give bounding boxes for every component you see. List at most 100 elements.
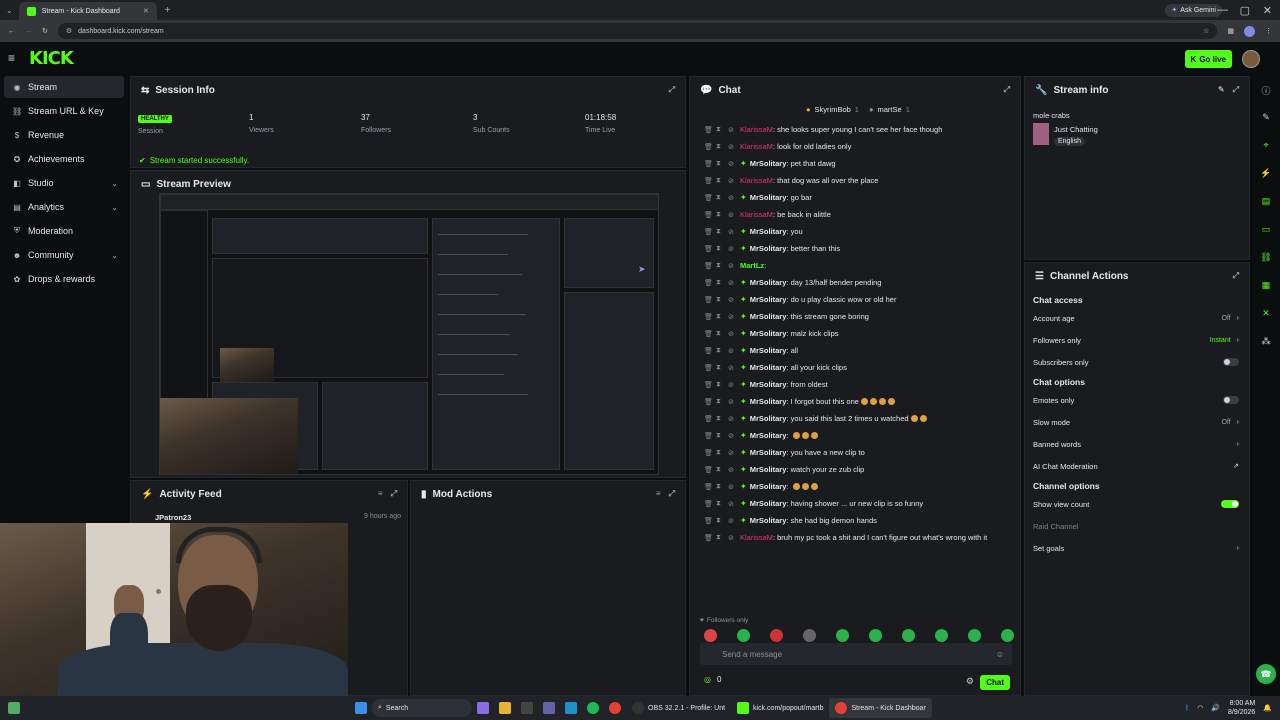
tools-icon[interactable]: ✕ (1259, 308, 1273, 322)
ban-icon[interactable]: ⊘ (728, 415, 740, 423)
ban-icon[interactable]: ⊘ (728, 126, 740, 134)
timeout-icon[interactable]: ⧗ (716, 381, 728, 389)
timeout-icon[interactable]: ⧗ (716, 347, 728, 355)
apps-icon[interactable]: ⁂ (1259, 336, 1273, 350)
delete-message-icon[interactable]: 🗑 (704, 330, 716, 338)
chat-username[interactable]: MrSolitary (750, 329, 787, 338)
delete-message-icon[interactable]: 🗑 (704, 534, 716, 542)
chat-username[interactable]: MrSolitary (750, 516, 787, 525)
grid-icon[interactable]: ▦ (1259, 280, 1273, 294)
chat-username[interactable]: MrSolitary (750, 159, 787, 168)
chat-username[interactable]: MartLz (740, 261, 764, 270)
menu-kebab-icon[interactable]: ⋮ (1265, 27, 1272, 35)
delete-message-icon[interactable]: 🗑 (704, 381, 716, 389)
notifications-icon[interactable]: 🔔 (1263, 704, 1272, 712)
ban-icon[interactable]: ⊘ (728, 364, 740, 372)
maximize-icon[interactable]: ▢ (1240, 4, 1250, 17)
edit-icon[interactable]: ✎ (1218, 85, 1225, 95)
link-icon[interactable]: ⛓ (1259, 252, 1273, 266)
emotes-only-toggle[interactable] (1223, 396, 1239, 404)
delete-message-icon[interactable]: 🗑 (704, 160, 716, 168)
popout-icon[interactable]: ⤢ (1004, 85, 1010, 95)
sidebar-item-community[interactable]: ☻ Community ⌄ (4, 244, 124, 266)
delete-message-icon[interactable]: 🗑 (704, 262, 716, 270)
sidebar-item-analytics[interactable]: ▤ Analytics ⌄ (4, 196, 124, 218)
close-window-icon[interactable]: ✕ (1263, 4, 1272, 17)
hamburger-menu-icon[interactable]: ≡ (8, 51, 15, 65)
chat-username[interactable]: KlarissaM (740, 210, 773, 219)
tab-menu-icon[interactable]: ⌄ (6, 6, 13, 15)
delete-message-icon[interactable]: 🗑 (704, 313, 716, 321)
emote-icon[interactable] (968, 629, 981, 642)
wifi-icon[interactable]: ◠ (1197, 704, 1203, 712)
ban-icon[interactable]: ⊘ (728, 347, 740, 355)
timeout-icon[interactable]: ⧗ (716, 534, 728, 542)
crosshair-icon[interactable]: ⌖ (1259, 140, 1273, 154)
sidebar-item-stream-url-key[interactable]: ⛓ Stream URL & Key (4, 100, 124, 122)
taskbar-popout[interactable]: kick.com/popout/martb (731, 698, 829, 718)
timeout-icon[interactable]: ⧗ (716, 262, 728, 270)
timeout-icon[interactable]: ⧗ (716, 483, 728, 491)
filter-icon[interactable]: ≡ (378, 489, 383, 499)
emote-icon[interactable] (737, 629, 750, 642)
start-icon[interactable] (355, 702, 367, 714)
ban-icon[interactable]: ⊘ (728, 245, 740, 253)
timeout-icon[interactable]: ⧗ (716, 160, 728, 168)
timeout-icon[interactable]: ⧗ (716, 313, 728, 321)
go-live-button[interactable]: K Go live (1184, 50, 1232, 68)
delete-message-icon[interactable]: 🗑 (704, 245, 716, 253)
chat-username[interactable]: MrSolitary (750, 312, 787, 321)
back-icon[interactable]: ← (8, 28, 15, 35)
chat-username[interactable]: KlarissaM (740, 142, 773, 151)
chat-username[interactable]: MrSolitary (750, 499, 787, 508)
ban-icon[interactable]: ⊘ (728, 177, 740, 185)
ban-icon[interactable]: ⊘ (728, 449, 740, 457)
timeout-icon[interactable]: ⧗ (716, 415, 728, 423)
timeout-icon[interactable]: ⧗ (716, 398, 728, 406)
chat-username[interactable]: KlarissaM (740, 533, 773, 542)
ban-icon[interactable]: ⊘ (728, 432, 740, 440)
chat-username[interactable]: MrSolitary (750, 431, 787, 440)
edge-icon[interactable] (565, 702, 577, 714)
sidebar-item-achievements[interactable]: ✪ Achievements (4, 148, 124, 170)
timeout-icon[interactable]: ⧗ (716, 177, 728, 185)
extensions-icon[interactable]: ▦ (1227, 27, 1234, 35)
delete-message-icon[interactable]: 🗑 (704, 126, 716, 134)
stream-preview-video[interactable]: ➤ (159, 193, 659, 475)
sidebar-item-stream[interactable]: ◉ Stream (4, 76, 124, 98)
delete-message-icon[interactable]: 🗑 (704, 500, 716, 508)
taskbar-dashboard[interactable]: Stream - Kick Dashboar (829, 698, 932, 718)
ban-icon[interactable]: ⊘ (728, 398, 740, 406)
delete-message-icon[interactable]: 🗑 (704, 517, 716, 525)
delete-message-icon[interactable]: 🗑 (704, 449, 716, 457)
ask-gemini-button[interactable]: ✦ Ask Gemini (1165, 3, 1222, 17)
delete-message-icon[interactable]: 🗑 (704, 228, 716, 236)
user-avatar[interactable] (1242, 50, 1260, 68)
chat-message-input[interactable]: Send a message ☺ (700, 643, 1012, 665)
ban-icon[interactable]: ⊘ (728, 194, 740, 202)
ban-icon[interactable]: ⊘ (728, 160, 740, 168)
chat-username[interactable]: MrSolitary (750, 448, 787, 457)
emote-icon[interactable] (935, 629, 948, 642)
emote-icon[interactable] (704, 629, 717, 642)
timeout-icon[interactable]: ⧗ (716, 211, 728, 219)
info-icon[interactable]: ⓘ (1259, 84, 1273, 98)
ban-icon[interactable]: ⊘ (728, 330, 740, 338)
timeout-icon[interactable]: ⧗ (716, 228, 728, 236)
sidebar-item-moderation[interactable]: ⛨ Moderation (4, 220, 124, 242)
spotify-icon[interactable] (587, 702, 599, 714)
delete-message-icon[interactable]: 🗑 (704, 398, 716, 406)
ai-moderation-row[interactable]: AI Chat Moderation ⇗ (1025, 455, 1249, 477)
emote-icon[interactable] (902, 629, 915, 642)
chat-username[interactable]: MrSolitary (750, 465, 787, 474)
timeout-icon[interactable]: ⧗ (716, 432, 728, 440)
url-field[interactable]: ⚙ dashboard.kick.com/stream ☆ (57, 23, 1218, 39)
popout-icon[interactable]: ⤢ (391, 489, 397, 499)
emote-icon[interactable] (803, 629, 816, 642)
ban-icon[interactable]: ⊘ (728, 466, 740, 474)
delete-message-icon[interactable]: 🗑 (704, 279, 716, 287)
timeout-icon[interactable]: ⧗ (716, 449, 728, 457)
timeout-icon[interactable]: ⧗ (716, 500, 728, 508)
followers-only-row[interactable]: Followers only Instant › (1025, 329, 1249, 351)
popout-icon[interactable]: ⤢ (669, 85, 675, 95)
